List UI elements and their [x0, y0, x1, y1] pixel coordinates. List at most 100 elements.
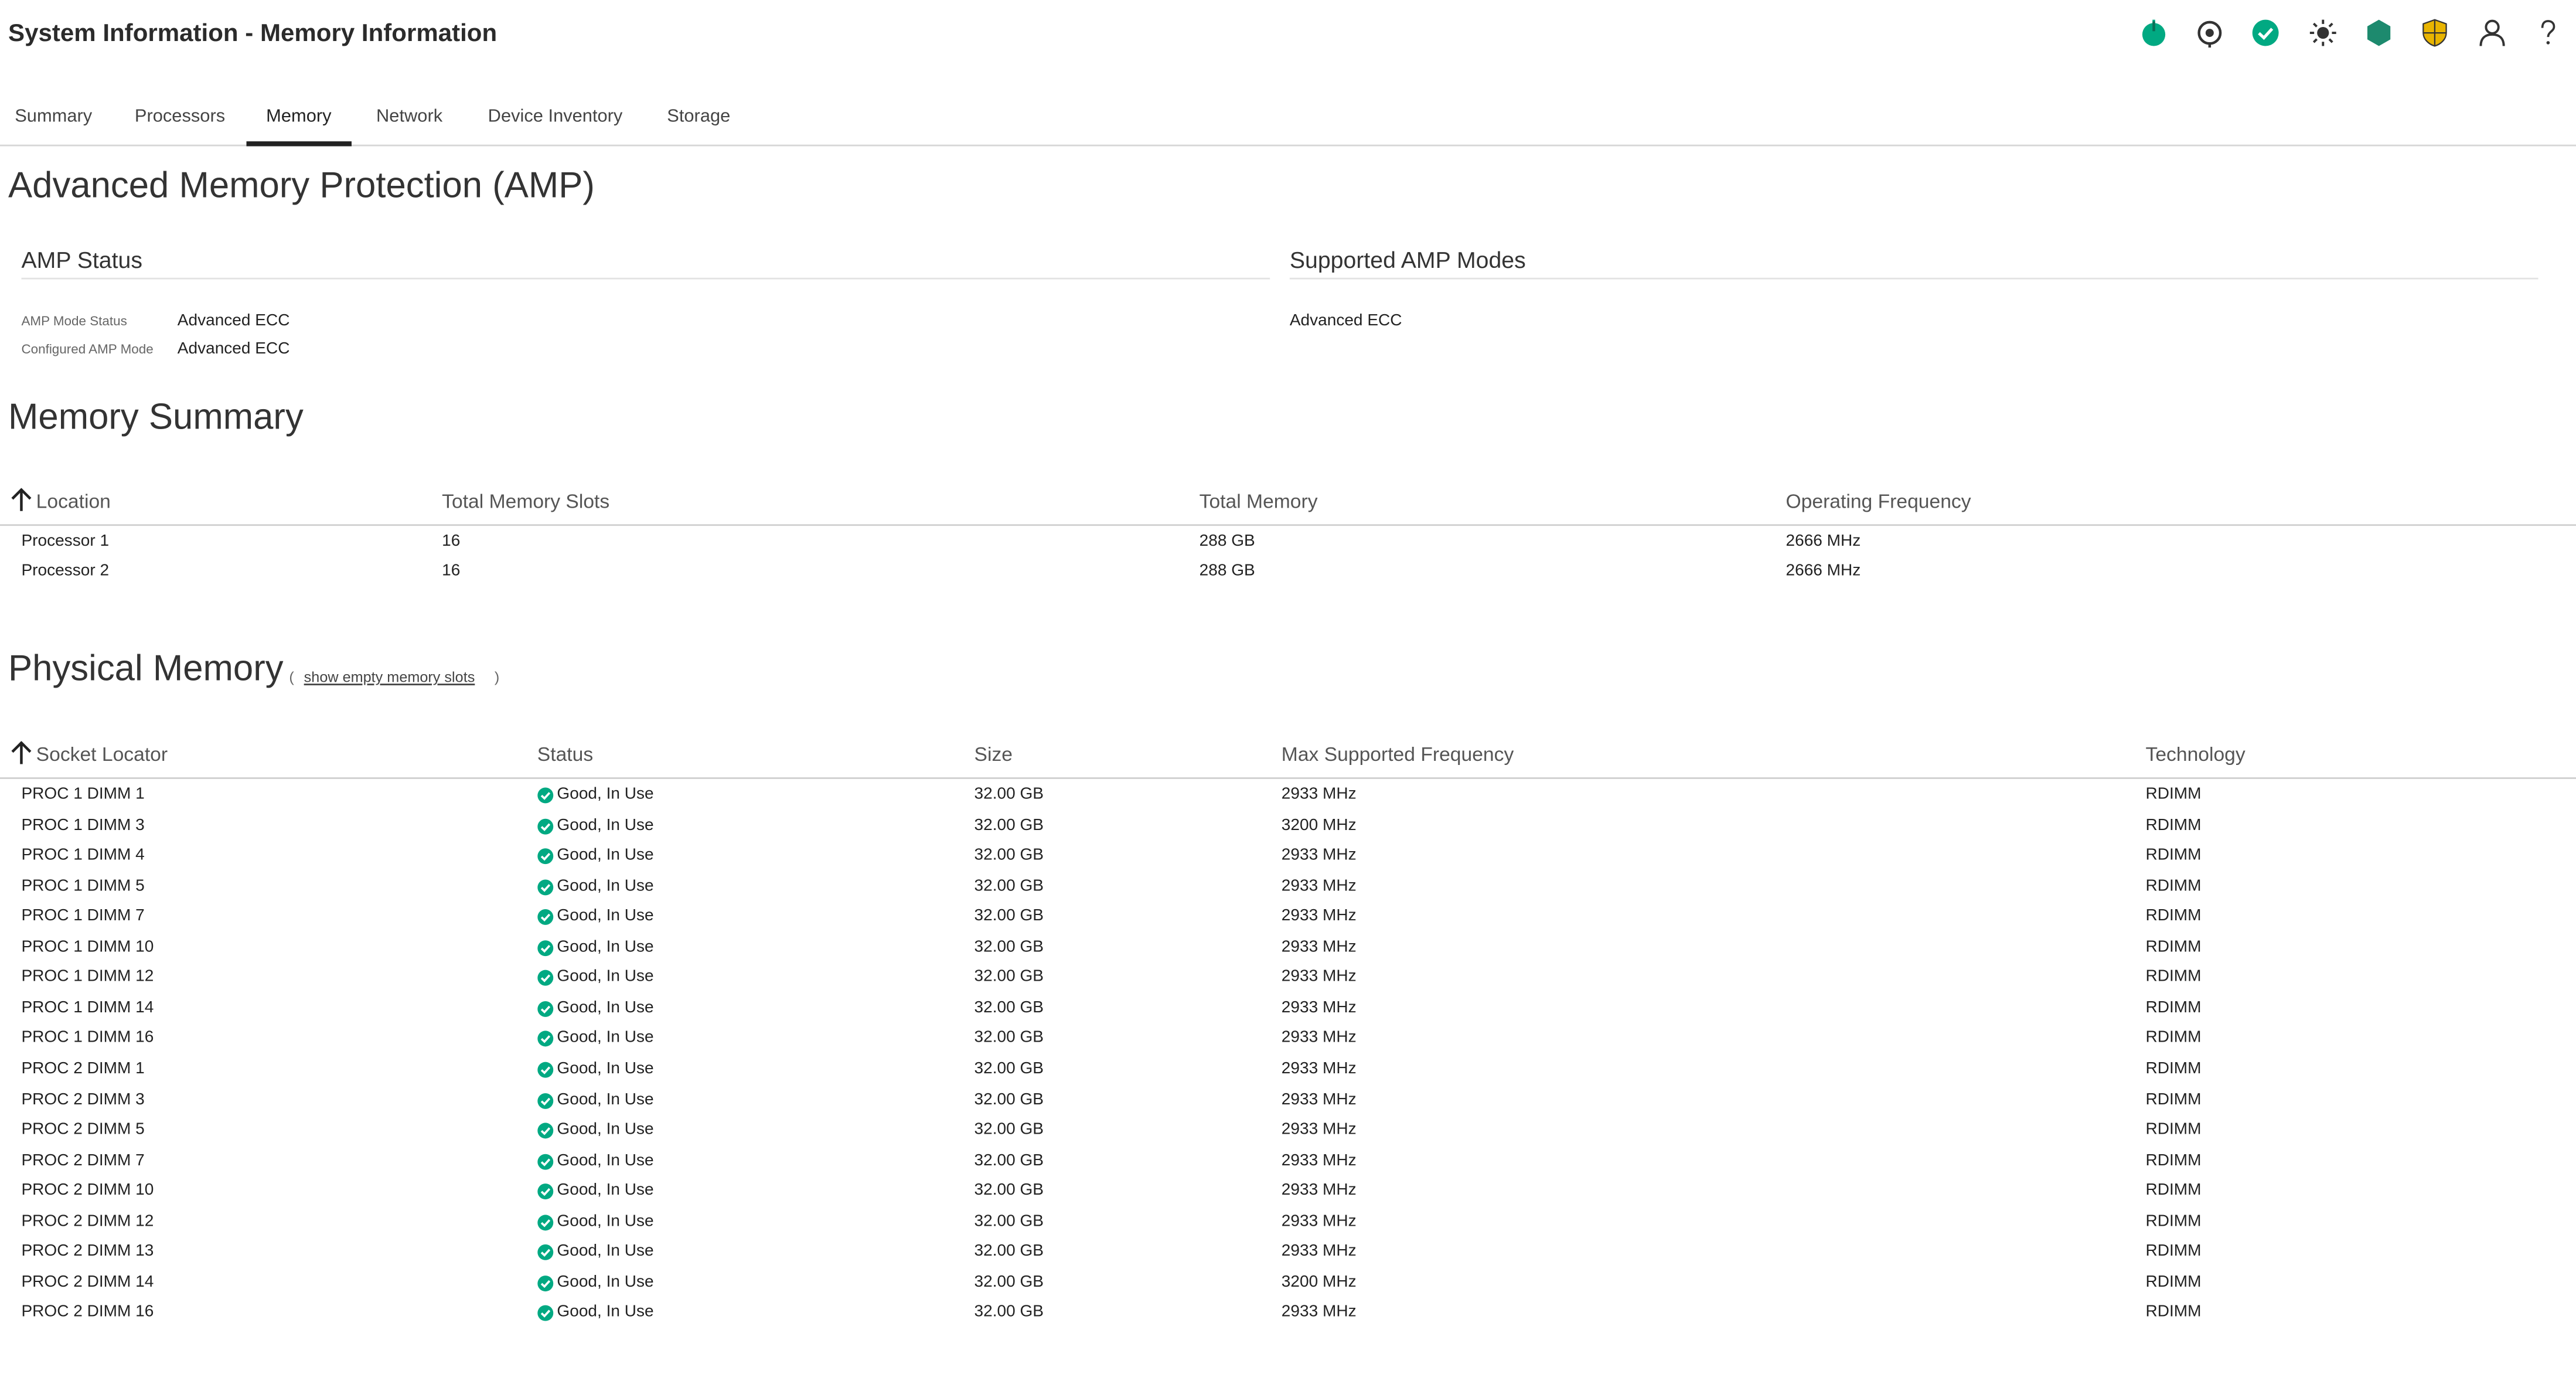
- hexagon-button[interactable]: [2350, 16, 2407, 56]
- table-row: PROC 2 DIMM 7 Good, In Use 32.00 GB 2933 MH…: [0, 1147, 2576, 1177]
- cell-socket-locator: PROC 2 DIMM 10: [21, 1182, 154, 1200]
- cell-technology: RDIMM: [2145, 1121, 2202, 1140]
- column-header-operating-frequency[interactable]: Operating Frequency: [1786, 478, 1971, 525]
- column-header-total-memory-slots[interactable]: Total Memory Slots: [442, 478, 609, 525]
- status-text: Good, In Use: [557, 968, 654, 987]
- tab-memory[interactable]: Memory: [246, 96, 352, 147]
- status-text: Good, In Use: [557, 1304, 654, 1322]
- help-button[interactable]: [2520, 16, 2576, 56]
- status-ok-icon: [537, 787, 554, 804]
- cell-status: Good, In Use: [537, 1177, 654, 1206]
- tab-processors[interactable]: Processors: [115, 96, 245, 145]
- app-root: System Information - Memory Information: [0, 0, 2576, 1370]
- sort-ascending-icon[interactable]: [10, 488, 33, 519]
- cell-technology: RDIMM: [2145, 816, 2202, 834]
- tab-storage[interactable]: Storage: [648, 96, 750, 145]
- cell-socket-locator: PROC 2 DIMM 13: [21, 1243, 154, 1261]
- status-ok-icon: [537, 1123, 554, 1139]
- cell-socket-locator: PROC 2 DIMM 16: [21, 1304, 154, 1322]
- security-button[interactable]: [2407, 16, 2463, 56]
- status-text: Good, In Use: [557, 1090, 654, 1109]
- status-ok-icon: [537, 1244, 554, 1261]
- status-ok-icon: [537, 1092, 554, 1108]
- table-row: PROC 1 DIMM 16 Good, In Use 32.00 GB 2933 M…: [0, 1025, 2576, 1055]
- physical-memory-title: Physical Memory: [8, 647, 284, 689]
- column-header-total-memory[interactable]: Total Memory: [1200, 478, 1318, 525]
- column-header-max-supported-frequency[interactable]: Max Supported Frequency: [1282, 732, 1514, 778]
- status-text: Good, In Use: [557, 1060, 654, 1078]
- cell-max-supported-frequency: 2933 MHz: [1281, 846, 1357, 865]
- show-empty-memory-slots-link[interactable]: show empty memory slots: [304, 669, 475, 685]
- cell-socket-locator: PROC 1 DIMM 10: [21, 938, 154, 956]
- cell-size: 32.00 GB: [974, 1121, 1044, 1140]
- column-header-technology[interactable]: Technology: [2146, 732, 2246, 778]
- cell-socket-locator: PROC 1 DIMM 7: [21, 907, 145, 926]
- power-icon: [2139, 17, 2168, 55]
- status-ok-icon: [537, 1214, 554, 1230]
- cell-max-supported-frequency: 3200 MHz: [1281, 1273, 1357, 1292]
- status-ok-icon: [537, 848, 554, 865]
- cell-technology: RDIMM: [2145, 1151, 2202, 1170]
- table-row: PROC 1 DIMM 7 Good, In Use 32.00 GB 2933 MH…: [0, 903, 2576, 933]
- column-header-size[interactable]: Size: [974, 732, 1013, 778]
- table-row: PROC 2 DIMM 3 Good, In Use 32.00 GB 2933 MH…: [0, 1086, 2576, 1116]
- table-row: PROC 2 DIMM 14 Good, In Use 32.00 GB 3200 M…: [0, 1268, 2576, 1299]
- status-ok-icon: [537, 1183, 554, 1200]
- table-row: PROC 1 DIMM 14 Good, In Use 32.00 GB 2933 M…: [0, 994, 2576, 1025]
- tab-summary[interactable]: Summary: [0, 96, 112, 145]
- table-row: PROC 2 DIMM 16 Good, In Use 32.00 GB 2933 M…: [0, 1299, 2576, 1329]
- status-text: Good, In Use: [557, 877, 654, 895]
- cell-size: 32.00 GB: [974, 1243, 1044, 1261]
- cell-max-supported-frequency: 2933 MHz: [1281, 1090, 1357, 1109]
- cell-max-supported-frequency: 3200 MHz: [1281, 816, 1357, 834]
- uid-target-icon: [2195, 17, 2224, 55]
- divider: [21, 277, 1270, 280]
- status-text: Good, In Use: [557, 1151, 654, 1170]
- column-header-location[interactable]: Location: [36, 478, 111, 525]
- sort-ascending-icon[interactable]: [10, 741, 33, 772]
- status-text: Good, In Use: [557, 1182, 654, 1200]
- physical-memory-header-row: Socket Locator Status Size Max Supported…: [0, 732, 2576, 779]
- cell-location: Processor 2: [21, 562, 110, 580]
- security-shield-icon: [2420, 17, 2449, 55]
- cell-status: Good, In Use: [537, 1238, 654, 1267]
- cell-status: Good, In Use: [537, 781, 654, 810]
- hexagon-icon: [2364, 17, 2393, 55]
- cell-technology: RDIMM: [2145, 785, 2202, 804]
- cell-status: Good, In Use: [537, 933, 654, 963]
- brightness-button[interactable]: [2294, 16, 2350, 56]
- cell-status: Good, In Use: [537, 1086, 654, 1115]
- configured-amp-mode-label: Configured AMP Mode: [21, 342, 154, 357]
- cell-size: 32.00 GB: [974, 968, 1044, 987]
- cell-status: Good, In Use: [537, 903, 654, 932]
- cell-max-supported-frequency: 2933 MHz: [1281, 1060, 1357, 1078]
- cell-socket-locator: PROC 1 DIMM 16: [21, 1029, 154, 1047]
- health-status-button[interactable]: [2238, 16, 2294, 56]
- user-button[interactable]: [2463, 16, 2520, 56]
- status-text: Good, In Use: [557, 907, 654, 926]
- cell-size: 32.00 GB: [974, 1029, 1044, 1047]
- cell-max-supported-frequency: 2933 MHz: [1281, 1304, 1357, 1322]
- status-ok-icon: [537, 1031, 554, 1047]
- column-header-status[interactable]: Status: [537, 732, 593, 778]
- tab-device-inventory[interactable]: Device Inventory: [468, 96, 642, 145]
- column-header-socket-locator[interactable]: Socket Locator: [36, 732, 168, 778]
- supported-amp-modes-heading: Supported AMP Modes: [1289, 246, 1526, 273]
- uid-button[interactable]: [2182, 16, 2238, 56]
- cell-operating-frequency: 2666 MHz: [1786, 532, 1861, 551]
- cell-size: 32.00 GB: [974, 999, 1044, 1017]
- table-row: PROC 1 DIMM 4 Good, In Use 32.00 GB 2933 MH…: [0, 842, 2576, 872]
- power-button[interactable]: [2125, 16, 2182, 56]
- table-row: PROC 2 DIMM 13 Good, In Use 32.00 GB 2933 M…: [0, 1238, 2576, 1268]
- cell-max-supported-frequency: 2933 MHz: [1281, 1212, 1357, 1231]
- status-ok-icon: [537, 970, 554, 987]
- cell-socket-locator: PROC 1 DIMM 3: [21, 816, 145, 834]
- cell-technology: RDIMM: [2145, 999, 2202, 1017]
- status-ok-icon: [537, 1062, 554, 1078]
- cell-size: 32.00 GB: [974, 1273, 1044, 1292]
- brightness-icon: [2308, 17, 2337, 55]
- table-row: PROC 1 DIMM 5 Good, In Use 32.00 GB 2933 MH…: [0, 872, 2576, 903]
- cell-status: Good, In Use: [537, 872, 654, 902]
- tab-network[interactable]: Network: [356, 96, 462, 145]
- cell-size: 32.00 GB: [974, 938, 1044, 956]
